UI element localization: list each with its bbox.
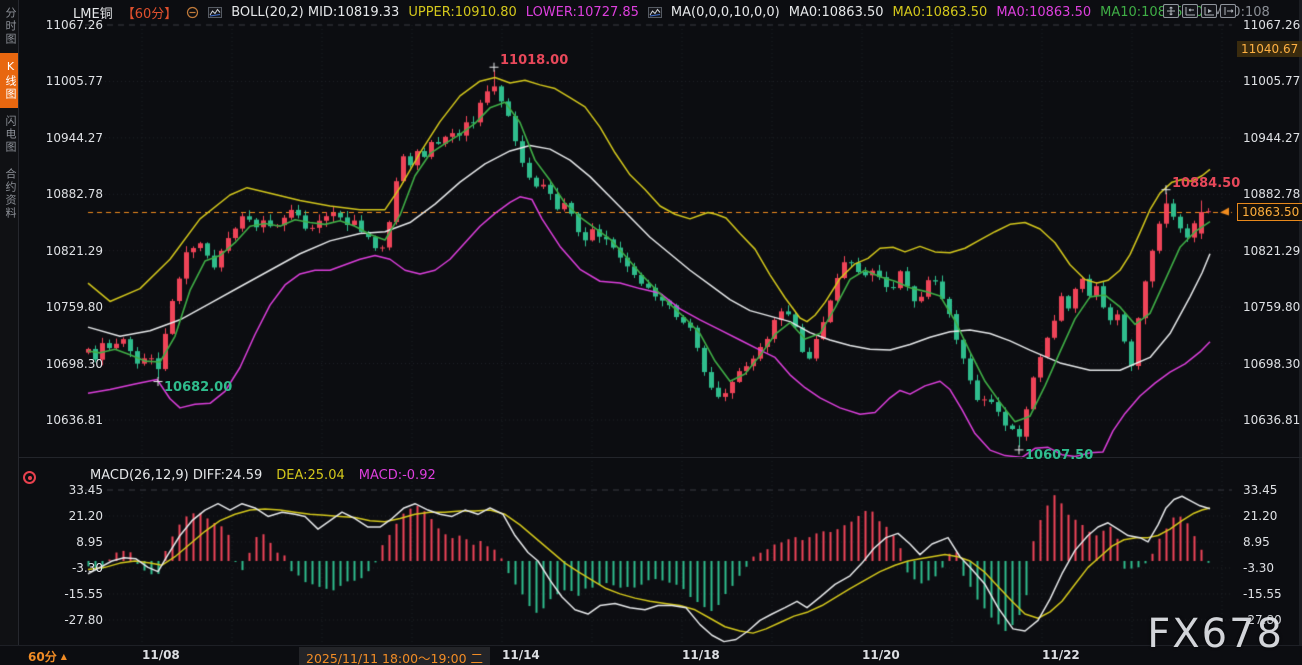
sidebar-item-shandiantu[interactable]: 闪电图: [0, 108, 18, 161]
indicator-label: BOLL(20,2) MID:10819.33: [231, 5, 399, 20]
price-axis-label: 10698.30: [23, 357, 103, 371]
date-axis-label: 11/18: [682, 648, 720, 662]
price-axis-label: 10636.81: [1243, 413, 1300, 427]
macd-axis-label: -15.55: [1243, 587, 1282, 601]
chart-icon: [648, 7, 662, 18]
chart-toolbar: [1163, 4, 1236, 18]
indicator-label: MA0:10863.50: [789, 5, 884, 20]
sidebar-item-kxiantu[interactable]: K线图: [0, 53, 18, 108]
indicator-bar: LME铜【60分】 BOLL(20,2) MID:10819.33 UPPER:10…: [73, 4, 1270, 21]
scale-expand-icon[interactable]: [1201, 4, 1217, 18]
macd-axis-label: 33.45: [23, 483, 103, 497]
period-label: 60分: [28, 648, 57, 665]
macd-axis-label: -3.30: [23, 561, 103, 575]
price-axis-label: 10882.78: [23, 187, 103, 201]
date-axis-label: 11/08: [142, 648, 180, 662]
macd-axis-label: -3.30: [1243, 561, 1274, 575]
period-selector[interactable]: 60分 ▲: [28, 648, 67, 665]
indicator-label: MA(0,0,0,10,0,0): [671, 5, 780, 20]
macd-dea-label: DEA:25.04: [276, 468, 345, 483]
pane-splitter[interactable]: [19, 457, 1302, 461]
macd-indicator-label: MACD(26,12,9) DIFF:24.59: [90, 468, 262, 483]
time-axis-bar: 60分 ▲ 2025/11/11 18:00～19:00 二: [0, 645, 1302, 665]
date-axis-label: 11/20: [862, 648, 900, 662]
price-axis-label: 11005.77: [1243, 74, 1300, 88]
price-annotation: 11018.00: [500, 53, 568, 68]
macd-axis-label: 21.20: [23, 509, 103, 523]
price-axis-label: 10944.27: [23, 131, 103, 145]
collapse-icon[interactable]: [186, 6, 199, 19]
price-annotation: 10607.50: [1025, 448, 1093, 463]
sidebar-item-heyuezilia[interactable]: 合约资料: [0, 161, 18, 227]
indicator-label: LME铜: [73, 3, 113, 22]
sidebar: 分时图 K线图 闪电图 合约资料: [0, 0, 19, 645]
price-annotation: 10884.50: [1172, 176, 1240, 191]
price-axis-label: 10882.78: [1243, 187, 1300, 201]
date-axis-label: 11/14: [502, 648, 540, 662]
price-axis-label: 11005.77: [23, 74, 103, 88]
crosshair-move-icon[interactable]: [1163, 4, 1179, 18]
last-price-label: 10863.50: [1237, 203, 1302, 221]
macd-header: MACD(26,12,9) DIFF:24.59 DEA:25.04 MACD:…: [90, 468, 436, 483]
date-axis-label: 11/22: [1042, 648, 1080, 662]
price-axis-label: 10698.30: [1243, 357, 1300, 371]
chart-icon: [208, 7, 222, 18]
period-dropdown-icon: ▲: [61, 652, 67, 661]
price-axis-label: 10759.80: [23, 300, 103, 314]
price-annotation: 10682.00: [164, 380, 232, 395]
indicator-label: MA0:10863.50: [996, 5, 1091, 20]
app-window: LME铜【60分】 BOLL(20,2) MID:10819.33 UPPER:10…: [0, 0, 1302, 665]
price-axis-label: 10944.27: [1243, 131, 1300, 145]
macd-axis-label: 8.95: [1243, 535, 1270, 549]
sidebar-item-fenshitu[interactable]: 分时图: [0, 0, 18, 53]
macd-axis-label: -27.80: [23, 613, 103, 627]
price-axis-label: 10759.80: [1243, 300, 1300, 314]
indicator-label: UPPER:10910.80: [408, 5, 516, 20]
alert-price-label: 11040.67: [1237, 41, 1302, 57]
price-axis-label: 10821.29: [1243, 244, 1300, 258]
price-axis-label: 10821.29: [23, 244, 103, 258]
price-axis-label: 10636.81: [23, 413, 103, 427]
selected-bar-datetime: 2025/11/11 18:00～19:00 二: [299, 647, 490, 665]
goto-latest-icon[interactable]: [1220, 4, 1236, 18]
macd-axis-label: 21.20: [1243, 509, 1277, 523]
indicator-label: LOWER:10727.85: [526, 5, 639, 20]
macd-axis-label: -15.55: [23, 587, 103, 601]
macd-settings-icon[interactable]: [23, 471, 36, 484]
scale-compress-icon[interactable]: [1182, 4, 1198, 18]
macd-value-label: MACD:-0.92: [359, 468, 436, 483]
indicator-label: MA0:10863.50: [893, 5, 988, 20]
macd-axis-label: 33.45: [1243, 483, 1277, 497]
indicator-label: 【60分】: [122, 3, 178, 22]
watermark: FX678: [1147, 611, 1284, 657]
macd-axis-label: 8.95: [23, 535, 103, 549]
main-chart-canvas[interactable]: [0, 0, 1302, 665]
